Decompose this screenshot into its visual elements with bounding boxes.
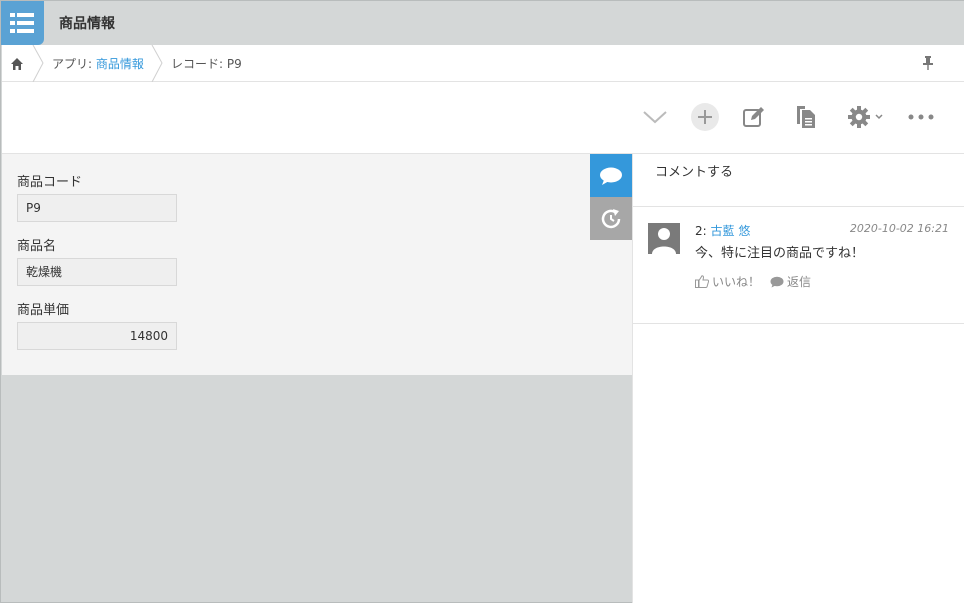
comment-user-link[interactable]: 古藍 悠 <box>711 224 751 238</box>
breadcrumb-app: アプリ: 商品情報 <box>52 55 144 72</box>
breadcrumb: アプリ: 商品情報 レコード: P9 <box>2 45 964 82</box>
comment-input[interactable]: コメントする <box>655 161 733 180</box>
app-list-icon[interactable] <box>1 1 44 45</box>
thumbs-up-icon <box>695 275 709 288</box>
comment-number: 2: <box>695 224 711 238</box>
field-value-product-code: P9 <box>17 194 177 222</box>
breadcrumb-separator <box>32 45 44 82</box>
comment-actions: いいね！ 返信 <box>695 273 817 290</box>
comment-icon <box>600 167 622 185</box>
comment-date: 2020-10-02 16:21 <box>849 222 949 235</box>
like-label: いいね！ <box>712 275 761 289</box>
edit-icon <box>743 107 764 127</box>
reply-button[interactable]: 返信 <box>770 273 811 290</box>
breadcrumb-separator <box>151 45 163 82</box>
field-label-unit-price: 商品単価 <box>17 303 70 318</box>
pin-icon[interactable] <box>922 55 934 74</box>
comment-divider <box>633 323 964 324</box>
comment-divider <box>633 206 964 207</box>
window-frame: 商品情報 アプリ: 商品情報 レコード: P9 商品コード P9 商品名 乾燥機… <box>0 0 964 603</box>
history-icon <box>601 208 621 228</box>
more-icon <box>908 114 934 120</box>
home-icon[interactable] <box>10 56 24 75</box>
like-button[interactable]: いいね！ <box>695 273 760 290</box>
add-record-button[interactable] <box>688 100 722 134</box>
field-label-product-code: 商品コード <box>17 175 83 190</box>
breadcrumb-record: レコード: P9 <box>171 57 242 71</box>
chevron-down-icon <box>874 114 883 120</box>
comment-header: 2: 古藍 悠 <box>695 222 750 239</box>
record-form: 商品コード P9 商品名 乾燥機 商品単価 14800 <box>2 154 632 375</box>
field-value-product-name: 乾燥機 <box>17 258 177 286</box>
comment-body: 今、特に注目の商品ですね！ <box>695 246 865 261</box>
breadcrumb-app-prefix: アプリ: <box>52 57 96 71</box>
more-button[interactable] <box>904 100 938 134</box>
avatar <box>648 223 680 254</box>
tab-comments[interactable] <box>590 154 632 197</box>
reply-label: 返信 <box>787 275 812 289</box>
breadcrumb-app-link[interactable]: 商品情報 <box>96 57 144 71</box>
plus-icon <box>691 103 719 131</box>
tab-history[interactable] <box>590 197 632 240</box>
user-icon <box>652 228 676 254</box>
chevron-down-icon[interactable] <box>638 100 672 134</box>
field-label-product-name: 商品名 <box>17 239 57 254</box>
copy-record-button[interactable] <box>789 100 823 134</box>
field-value-unit-price: 14800 <box>17 322 177 350</box>
app-title: 商品情報 <box>59 16 115 32</box>
edit-record-button[interactable] <box>737 100 771 134</box>
comment-panel: コメントする 2: 古藍 悠 2020-10-02 16:21 今、特に注目の商… <box>632 154 964 603</box>
copy-icon <box>797 106 815 128</box>
reply-bubble-icon <box>770 276 784 287</box>
gear-icon <box>847 106 870 128</box>
app-header: 商品情報 <box>1 1 964 45</box>
record-toolbar <box>2 82 964 154</box>
settings-button[interactable] <box>840 100 890 134</box>
